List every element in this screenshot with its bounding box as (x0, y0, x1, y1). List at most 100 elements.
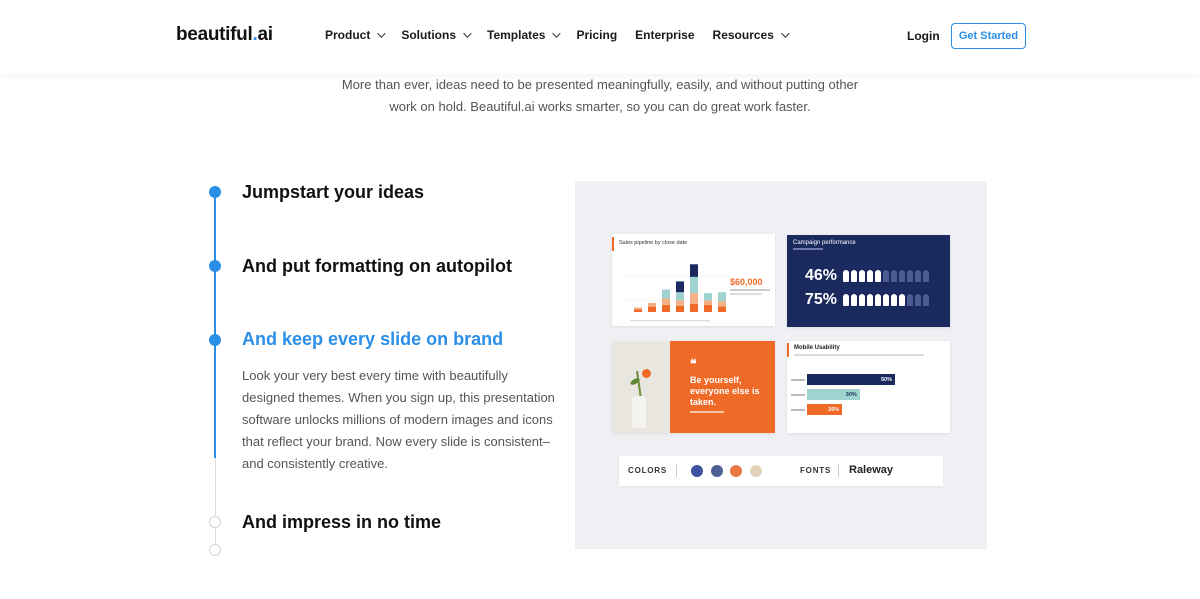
timeline-progress (214, 192, 216, 458)
nav-product[interactable]: Product (325, 28, 387, 42)
logo-text: beautiful (176, 24, 253, 45)
timeline-remaining (214, 458, 216, 550)
usability-subtitle-line (794, 354, 924, 356)
campaign-subtitle-line (793, 248, 823, 250)
person-icon (875, 294, 881, 306)
usability-bar-row: 50% (791, 374, 895, 385)
sales-bar-segment (718, 292, 726, 302)
nav-label: Enterprise (635, 28, 695, 42)
person-icon (883, 294, 889, 306)
fonts-label: FONTS (800, 466, 832, 475)
sales-pipeline-slide: Sales pipeline by close date $60,000 (612, 234, 775, 326)
sales-bar-segment (648, 303, 656, 307)
campaign-performance-slide: Campaign performance 46% 75% (787, 235, 950, 327)
person-icon (899, 270, 905, 282)
sales-bar-segment (662, 289, 670, 299)
step-title-jumpstart[interactable]: Jumpstart your ideas (242, 182, 424, 203)
quote-attribution-line (690, 411, 724, 413)
person-icon (859, 270, 865, 282)
person-icon (891, 270, 897, 282)
step-description: Look your very best every time with beau… (242, 368, 555, 471)
person-icon-group (843, 270, 931, 282)
main-nav: Product Solutions Templates Pricing Enterpri… (325, 28, 805, 42)
mobile-usability-slide: Mobile Usability 50% 30% 20% (787, 341, 950, 433)
slide-accent (612, 237, 614, 251)
person-icon (867, 270, 873, 282)
person-icon (891, 294, 897, 306)
nav-label: Resources (712, 28, 774, 42)
person-icon (851, 294, 857, 306)
usability-slide-title: Mobile Usability (794, 345, 840, 351)
nav-enterprise[interactable]: Enterprise (635, 28, 694, 42)
sales-bar-segment (704, 300, 712, 305)
step-title-formatting[interactable]: And put formatting on autopilot (242, 256, 512, 277)
sales-bar-segment (648, 306, 656, 312)
nav-label: Solutions (401, 28, 457, 42)
quote-slide: ❝ Be yourself, everyone else is taken. (612, 341, 775, 433)
timeline-node-2 (209, 260, 221, 272)
sales-bar-segment (676, 281, 684, 293)
person-icon (899, 294, 905, 306)
usability-bar: 30% (807, 389, 860, 400)
timeline-node-3 (209, 334, 221, 346)
sales-bar-segment (676, 292, 684, 301)
nav-solutions[interactable]: Solutions (401, 28, 472, 42)
usability-bar-row: 20% (791, 404, 843, 415)
campaign-row-2: 75% (805, 291, 931, 309)
site-header: beautiful.ai Product Solutions Templates Pr… (0, 0, 1200, 74)
timeline-node-1 (209, 186, 221, 198)
sales-bar-segment (662, 298, 670, 305)
nav-resources[interactable]: Resources (712, 28, 790, 42)
get-started-button[interactable]: Get Started (951, 23, 1026, 49)
divider (676, 464, 677, 477)
sales-slide-title: Sales pipeline by close date (619, 240, 688, 246)
campaign-percent: 46% (805, 267, 838, 284)
step-title-impress[interactable]: And impress in no time (242, 512, 441, 533)
person-icon (859, 294, 865, 306)
sales-big-value: $60,000 (730, 277, 763, 287)
person-icon-group (843, 294, 931, 306)
person-icon (923, 270, 929, 282)
person-icon (907, 270, 913, 282)
divider (838, 464, 839, 477)
intro-text: More than ever, ideas need to be present… (341, 77, 859, 114)
campaign-percent: 75% (805, 291, 838, 308)
vase (632, 396, 646, 428)
chevron-down-icon (552, 29, 562, 38)
usability-bar-row: 30% (791, 389, 860, 400)
sales-bar-segment (704, 293, 712, 301)
timeline-node-4 (209, 516, 221, 528)
quote-text: Be yourself, everyone else is taken. (690, 375, 760, 407)
logo[interactable]: beautiful.ai (176, 24, 273, 46)
person-icon (923, 294, 929, 306)
usability-bar: 50% (807, 374, 895, 385)
sales-bar-segment (690, 303, 698, 312)
campaign-slide-title: Campaign performance (793, 240, 856, 246)
plant-stem (636, 371, 642, 399)
color-swatch (749, 465, 762, 477)
person-icon (867, 294, 873, 306)
person-icon (851, 270, 857, 282)
person-icon (883, 270, 889, 282)
nav-templates[interactable]: Templates (487, 28, 562, 42)
chart-legend-line (630, 320, 710, 322)
preview-panel: Sales pipeline by close date $60,000 Cam… (575, 181, 987, 549)
step-title-on-brand[interactable]: And keep every slide on brand (242, 329, 503, 350)
chevron-down-icon (377, 29, 387, 38)
slide-accent (787, 343, 789, 357)
nav-pricing[interactable]: Pricing (576, 28, 617, 42)
font-name: Raleway (849, 464, 894, 476)
usability-bar: 20% (807, 404, 843, 415)
sales-bar-segment (634, 309, 642, 312)
login-link[interactable]: Login (907, 29, 940, 43)
campaign-row-1: 46% (805, 267, 931, 285)
chevron-down-icon (781, 29, 790, 38)
person-icon (907, 294, 913, 306)
logo-suffix: ai (257, 24, 273, 45)
sales-bar-chart (622, 263, 726, 322)
bar-label-line (791, 378, 805, 381)
person-icon (843, 270, 849, 282)
sales-bar-segment (704, 304, 712, 312)
sales-bar-segment (676, 305, 684, 312)
sales-bar-segment (690, 276, 698, 294)
